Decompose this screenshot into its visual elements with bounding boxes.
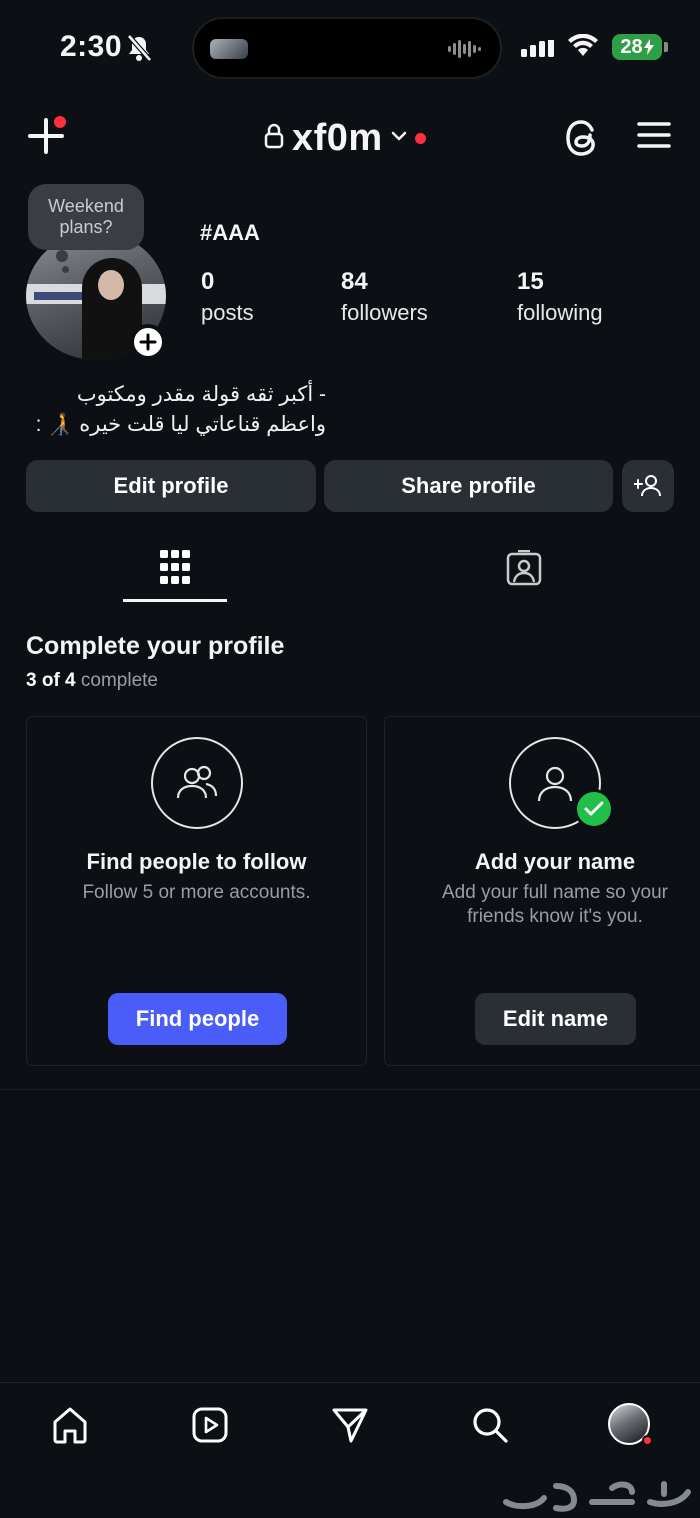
stat-label: followers	[341, 300, 428, 325]
card-title: Find people to follow	[86, 849, 307, 874]
watermark-logo	[503, 1481, 691, 1512]
profile-header: xf0m	[0, 108, 700, 168]
add-person-icon	[634, 475, 661, 497]
plus-icon	[139, 333, 157, 351]
stat-value: 0	[201, 268, 215, 295]
complete-profile-title: Complete your profile	[26, 632, 285, 660]
add-name-card: Add your name Add your full name so your…	[384, 716, 700, 1066]
people-icon-ring	[151, 737, 243, 829]
active-tab-indicator	[123, 599, 227, 602]
edit-profile-label: Edit profile	[113, 473, 229, 498]
battery-indicator: 28	[612, 34, 662, 60]
status-time: 2:30	[60, 30, 123, 63]
lock-icon	[264, 123, 284, 154]
reels-icon[interactable]	[188, 1403, 232, 1447]
people-icon	[176, 765, 218, 799]
section-divider	[0, 1089, 700, 1090]
stat-following[interactable]: 15 following	[517, 268, 603, 326]
note-tail	[62, 266, 69, 273]
find-people-button[interactable]: Find people	[108, 993, 287, 1045]
notification-dot	[414, 132, 426, 144]
live-activity-thumbnail	[210, 39, 248, 59]
search-icon[interactable]	[468, 1403, 512, 1447]
grid-icon	[160, 550, 190, 584]
stat-label: posts	[201, 300, 254, 325]
bio-line: - أكبر ثقه قولة مقدر ومكتوب	[76, 383, 326, 406]
share-profile-label: Share profile	[401, 473, 536, 498]
complete-profile-progress: 3 of 4 complete	[26, 670, 158, 692]
status-bar: 2:30 28	[0, 0, 700, 96]
stat-posts[interactable]: 0 posts	[201, 268, 254, 326]
share-profile-button[interactable]: Share profile	[324, 460, 613, 512]
menu-icon[interactable]	[636, 120, 672, 155]
notification-dot	[642, 1435, 653, 1446]
discover-people-button[interactable]	[622, 460, 674, 512]
audio-wave-icon	[448, 38, 482, 65]
posts-grid-tab[interactable]	[160, 550, 190, 589]
note-text: Weekend plans?	[48, 196, 124, 237]
battery-tip	[664, 42, 668, 52]
tagged-person-icon	[506, 549, 542, 586]
chevron-down-icon	[391, 129, 407, 147]
tagged-tab[interactable]	[505, 549, 543, 591]
card-subtitle: Follow 5 or more accounts.	[82, 882, 311, 903]
battery-level: 28	[620, 35, 643, 58]
dynamic-island[interactable]	[192, 17, 502, 79]
cellular-signal-icon	[521, 36, 555, 63]
person-icon	[537, 766, 573, 802]
stat-label: following	[517, 300, 603, 325]
note-tail	[56, 250, 68, 262]
username: xf0m	[292, 116, 383, 159]
checkmark-icon	[574, 789, 614, 829]
home-icon[interactable]	[48, 1403, 92, 1447]
threads-icon[interactable]	[562, 116, 602, 165]
stat-value: 84	[341, 268, 368, 295]
bio-line: واعظم قناعاتي ليا قلت خيره 🧑‍🦯 :	[35, 413, 326, 436]
edit-name-label: Edit name	[502, 1006, 609, 1031]
profile-avatar[interactable]	[26, 232, 168, 362]
notification-dot	[54, 116, 66, 128]
card-title: Add your name	[474, 849, 636, 874]
account-switcher[interactable]: xf0m	[264, 116, 426, 160]
stat-value: 15	[517, 268, 544, 295]
edit-name-button[interactable]: Edit name	[475, 993, 636, 1045]
card-subtitle: Add your full name so your friends know …	[441, 882, 668, 927]
note-bubble[interactable]: Weekend plans?	[28, 184, 144, 250]
charging-bolt-icon	[643, 39, 654, 55]
profile-tagline: #AAA	[200, 220, 260, 245]
progress-count: 3 of 4	[26, 670, 76, 691]
stat-followers[interactable]: 84 followers	[341, 268, 428, 326]
add-story-button[interactable]	[130, 324, 166, 360]
find-people-label: Find people	[135, 1006, 260, 1031]
find-people-card: Find people to follow Follow 5 or more a…	[26, 716, 367, 1066]
direct-icon[interactable]	[328, 1403, 372, 1447]
wifi-icon	[567, 33, 599, 63]
edit-profile-button[interactable]: Edit profile	[26, 460, 316, 512]
progress-word: complete	[80, 670, 159, 691]
profile-bio: - أكبر ثقه قولة مقدر ومكتوب واعظم قناعات…	[26, 380, 326, 440]
bell-off-icon	[126, 34, 152, 67]
